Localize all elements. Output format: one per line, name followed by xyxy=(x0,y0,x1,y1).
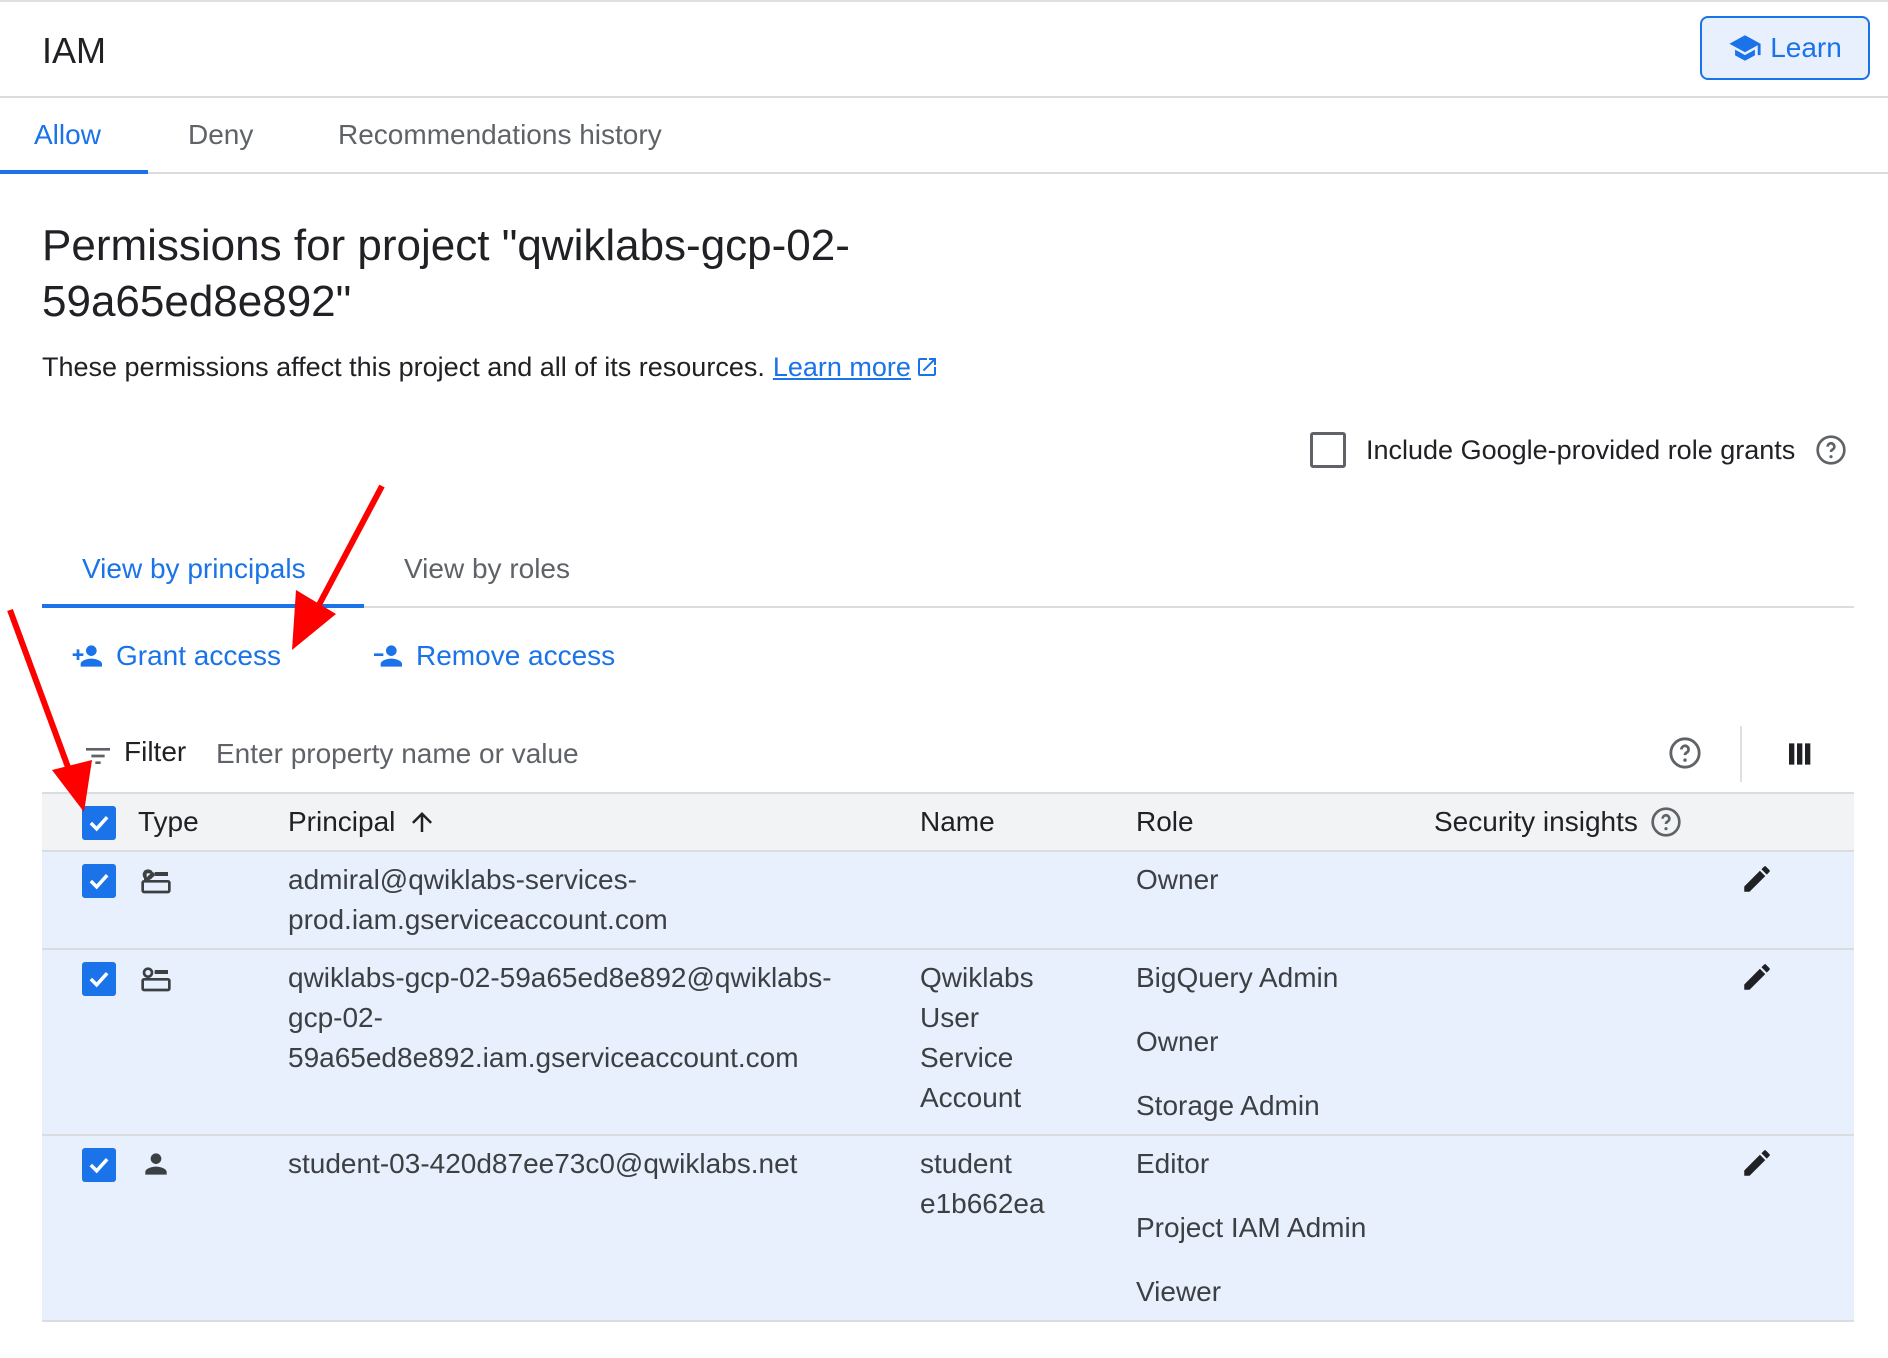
column-principal-label: Principal xyxy=(288,806,396,837)
principals-table: Type Principal Name Role Security insigh… xyxy=(42,792,1854,1322)
name-cell: student e1b662ea xyxy=(920,1144,1045,1224)
remove-access-label: Remove access xyxy=(416,640,616,671)
external-link-icon xyxy=(917,358,936,376)
principal-line: qwiklabs-gcp-02-59a65ed8e892@qwiklabs- xyxy=(288,962,832,993)
column-principal[interactable]: Principal xyxy=(288,806,437,838)
column-type-label: Type xyxy=(138,806,199,837)
name-line: Service xyxy=(920,1042,1014,1073)
view-by-roles-label: View by roles xyxy=(404,553,571,584)
grant-access-button[interactable]: Grant access xyxy=(66,640,281,672)
tab-view-by-roles[interactable]: View by roles xyxy=(404,532,570,606)
principal-line: admiral@qwiklabs-services- xyxy=(288,864,637,895)
main-tabs: Allow Deny Recommendations history xyxy=(0,98,1888,174)
name-line: e1b662ea xyxy=(920,1188,1045,1219)
edit-icon[interactable] xyxy=(1740,960,1774,994)
divider xyxy=(1740,726,1742,782)
tab-deny-label: Deny xyxy=(188,119,254,150)
tab-allow-label: Allow xyxy=(34,119,101,150)
tab-view-by-principals[interactable]: View by principals xyxy=(42,532,364,608)
help-icon[interactable] xyxy=(1815,434,1847,466)
tab-allow[interactable]: Allow xyxy=(0,98,148,174)
filter-icon xyxy=(86,748,110,764)
principal-cell: qwiklabs-gcp-02-59a65ed8e892@qwiklabs- g… xyxy=(288,958,832,1078)
check-icon xyxy=(89,873,109,890)
service-account-icon xyxy=(141,869,171,894)
role-item: Owner xyxy=(1136,864,1219,895)
principal-line: 59a65ed8e892.iam.gserviceaccount.com xyxy=(288,1042,799,1073)
person-icon xyxy=(145,1153,167,1175)
name-line: student xyxy=(920,1148,1012,1179)
help-icon[interactable] xyxy=(1650,806,1682,838)
role-item: Viewer xyxy=(1136,1276,1222,1307)
select-all-checkbox[interactable] xyxy=(82,806,116,840)
app-title: IAM xyxy=(42,30,107,71)
table-row[interactable]: student-03-420d87ee73c0@qwiklabs.net stu… xyxy=(42,1136,1854,1322)
arrow-up-icon xyxy=(412,812,433,832)
column-role-label: Role xyxy=(1136,806,1194,837)
learn-button-label: Learn xyxy=(1770,32,1842,63)
role-item: BigQuery Admin xyxy=(1136,962,1339,993)
name-line: Account xyxy=(920,1082,1022,1113)
name-cell: Qwiklabs User Service Account xyxy=(920,958,1034,1118)
column-name[interactable]: Name xyxy=(920,806,995,838)
remove-access-button[interactable]: Remove access xyxy=(366,640,615,672)
include-google-role-grants: Include Google-provided role grants xyxy=(1310,432,1847,468)
principal-line: gcp-02- xyxy=(288,1002,383,1033)
role-item: Project IAM Admin xyxy=(1136,1212,1367,1243)
row-checkbox[interactable] xyxy=(82,962,116,996)
filter-bar: Filter xyxy=(42,722,1854,792)
view-by-principals-label: View by principals xyxy=(82,553,306,584)
include-google-label: Include Google-provided role grants xyxy=(1366,434,1796,465)
column-display-icon[interactable] xyxy=(1784,738,1818,770)
principal-line: prod.iam.gserviceaccount.com xyxy=(288,904,668,935)
filter-label: Filter xyxy=(124,736,187,767)
column-name-label: Name xyxy=(920,806,995,837)
learn-more-link[interactable]: Learn more xyxy=(773,352,939,382)
person-add-icon xyxy=(72,645,102,667)
role-item: Editor xyxy=(1136,1148,1210,1179)
check-icon xyxy=(89,971,109,988)
view-tabs: View by principals View by roles xyxy=(42,532,1854,608)
help-icon[interactable] xyxy=(1668,736,1702,770)
check-icon xyxy=(89,1157,109,1174)
column-security-insights[interactable]: Security insights xyxy=(1434,806,1682,838)
principal-cell: student-03-420d87ee73c0@qwiklabs.net xyxy=(288,1144,797,1184)
column-type[interactable]: Type xyxy=(138,806,199,838)
column-security-label: Security insights xyxy=(1434,806,1638,837)
page-header: IAM Learn xyxy=(0,2,1888,98)
column-role[interactable]: Role xyxy=(1136,806,1194,838)
table-row[interactable]: admiral@qwiklabs-services- prod.iam.gser… xyxy=(42,852,1854,950)
edit-icon[interactable] xyxy=(1740,1146,1774,1180)
principal-line: student-03-420d87ee73c0@qwiklabs.net xyxy=(288,1148,798,1179)
service-account-icon xyxy=(141,967,171,992)
tab-recommendations-history[interactable]: Recommendations history xyxy=(338,98,662,172)
description-text: These permissions affect this project an… xyxy=(42,352,765,382)
table-header: Type Principal Name Role Security insigh… xyxy=(42,792,1854,852)
filter-input[interactable] xyxy=(214,730,1214,778)
edit-icon[interactable] xyxy=(1740,862,1774,896)
name-line: Qwiklabs xyxy=(920,962,1034,993)
role-cell: Editor Project IAM Admin Viewer xyxy=(1136,1144,1366,1336)
role-item: Owner xyxy=(1136,1026,1219,1057)
page-description: These permissions affect this project an… xyxy=(42,352,939,383)
table-row[interactable]: qwiklabs-gcp-02-59a65ed8e892@qwiklabs- g… xyxy=(42,950,1854,1136)
principal-cell: admiral@qwiklabs-services- prod.iam.gser… xyxy=(288,860,668,940)
grant-access-label: Grant access xyxy=(116,640,281,671)
include-google-checkbox[interactable] xyxy=(1310,432,1346,468)
name-line: User xyxy=(920,1002,980,1033)
tab-deny[interactable]: Deny xyxy=(188,98,253,172)
school-icon xyxy=(1729,35,1761,61)
role-cell: BigQuery Admin Owner Storage Admin xyxy=(1136,958,1338,1150)
row-checkbox[interactable] xyxy=(82,1148,116,1182)
learn-button[interactable]: Learn xyxy=(1700,16,1870,80)
page-title: Permissions for project "qwiklabs-gcp-02… xyxy=(42,221,850,326)
learn-more-label: Learn more xyxy=(772,352,911,382)
check-icon xyxy=(89,815,109,832)
person-remove-icon xyxy=(374,645,402,667)
role-cell: Owner xyxy=(1136,860,1218,924)
tab-recommendations-label: Recommendations history xyxy=(338,119,662,150)
row-checkbox[interactable] xyxy=(82,864,116,898)
